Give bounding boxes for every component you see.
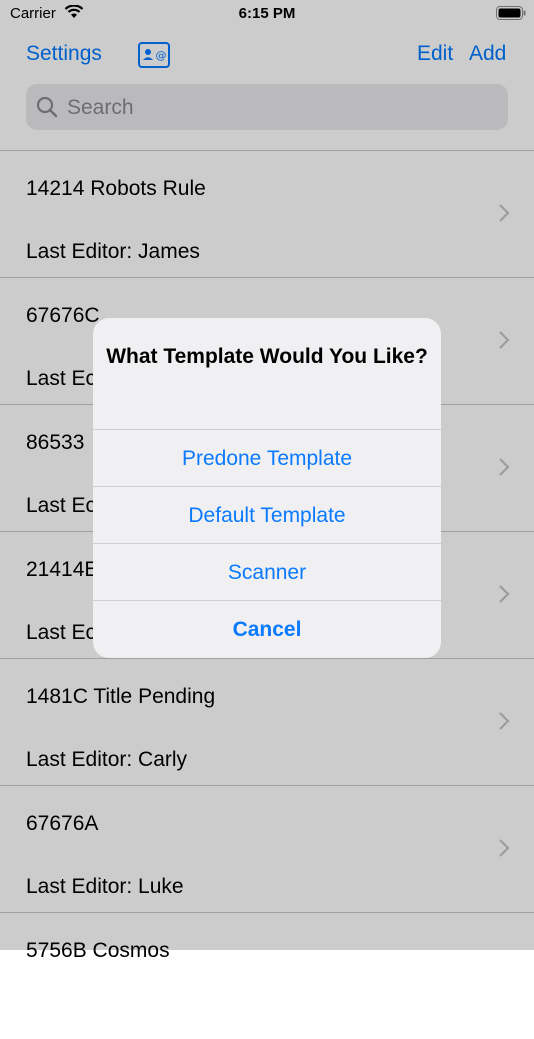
predone-template-button[interactable]: Predone Template (93, 429, 441, 487)
scanner-button[interactable]: Scanner (93, 543, 441, 601)
alert-title: What Template Would You Like? (106, 345, 428, 368)
cancel-button[interactable]: Cancel (93, 600, 441, 658)
template-alert-dialog: What Template Would You Like? Predone Te… (93, 318, 441, 658)
default-template-button[interactable]: Default Template (93, 486, 441, 544)
